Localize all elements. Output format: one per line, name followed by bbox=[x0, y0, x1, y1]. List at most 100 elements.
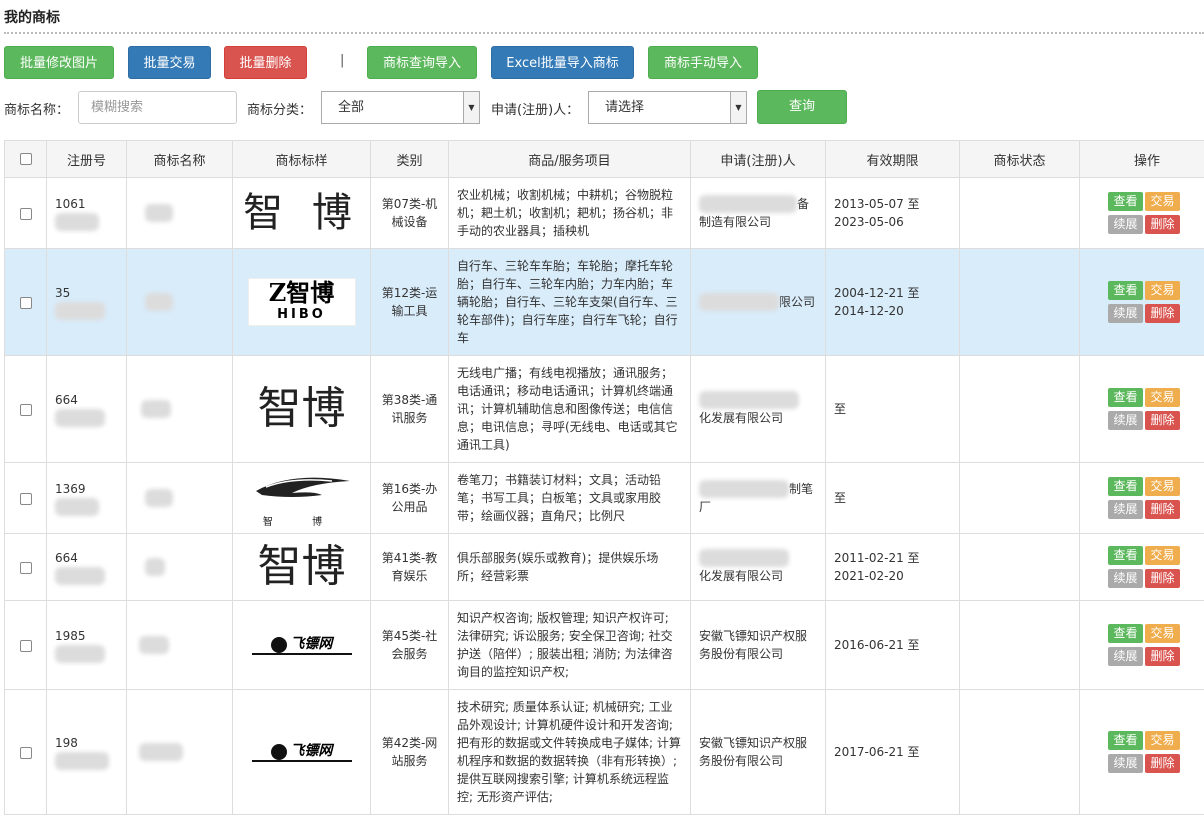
chevron-down-icon[interactable]: ▼ bbox=[463, 92, 479, 123]
redacted-mask bbox=[145, 293, 173, 312]
renew-button[interactable]: 续展 bbox=[1108, 304, 1143, 323]
category-select[interactable]: 全部 ▼ bbox=[321, 91, 480, 124]
trademark-logo[interactable]: 飞镖网 bbox=[241, 742, 362, 762]
category: 第16类-办公用品 bbox=[370, 462, 449, 534]
renew-button[interactable]: 续展 bbox=[1108, 500, 1143, 519]
view-button[interactable]: 查看 bbox=[1108, 477, 1143, 496]
reg-no: 35 bbox=[55, 285, 71, 300]
header-applicant[interactable]: 申请(注册)人 bbox=[690, 140, 826, 178]
trademark-logo[interactable]: Z智博 HIBO bbox=[247, 278, 356, 326]
validity-start: 2016-06-21 至 bbox=[834, 638, 920, 652]
row-actions: 查看 交易 续展 删除 bbox=[1107, 190, 1187, 236]
batch-delete-button[interactable]: 批量删除 bbox=[224, 46, 307, 79]
header-reg-no[interactable]: 注册号 bbox=[46, 140, 127, 178]
redacted-mask bbox=[141, 400, 171, 419]
redacted-mask bbox=[55, 645, 105, 664]
redacted-mask bbox=[145, 204, 173, 223]
applicant-selected-value: 请选择 bbox=[605, 100, 645, 115]
row-actions: 查看 交易 续展 删除 bbox=[1107, 475, 1187, 521]
trade-button[interactable]: 交易 bbox=[1145, 388, 1180, 407]
goods-services: 技术研究; 质量体系认证; 机械研究; 工业品外观设计; 计算机硬件设计和开发咨… bbox=[448, 689, 691, 815]
view-button[interactable]: 查看 bbox=[1108, 192, 1143, 211]
delete-button[interactable]: 删除 bbox=[1145, 754, 1180, 773]
table-row: 1061 智 博 第07类-机械设备 农业机械；收割机械；中耕机；谷物脱粒机；耙… bbox=[4, 177, 1204, 249]
page-title: 我的商标 bbox=[4, 10, 60, 26]
row-checkbox[interactable] bbox=[19, 639, 32, 652]
batch-edit-image-button[interactable]: 批量修改图片 bbox=[4, 46, 114, 79]
name-search-input[interactable]: 模糊搜索 bbox=[78, 91, 237, 124]
validity-end: 2023-05-06 bbox=[834, 215, 904, 229]
select-all-checkbox[interactable] bbox=[19, 153, 32, 165]
row-checkbox[interactable] bbox=[19, 207, 32, 220]
trademark-logo[interactable]: 智博 bbox=[241, 545, 362, 589]
status bbox=[959, 533, 1080, 601]
applicant: 安徽飞镖知识产权服务股份有限公司 bbox=[690, 600, 826, 690]
reg-no: 1985 bbox=[55, 628, 86, 643]
validity-start: 至 bbox=[834, 491, 847, 505]
row-actions: 查看 交易 续展 删除 bbox=[1107, 544, 1187, 590]
manual-import-button[interactable]: 商标手动导入 bbox=[648, 46, 758, 79]
header-validity[interactable]: 有效期限 bbox=[825, 140, 960, 178]
renew-button[interactable]: 续展 bbox=[1108, 215, 1143, 234]
trademark-logo[interactable]: 智博 bbox=[241, 387, 362, 431]
category-filter-label: 商标分类： bbox=[247, 103, 313, 118]
applicant-select[interactable]: 请选择 ▼ bbox=[588, 91, 747, 124]
chevron-down-icon[interactable]: ▼ bbox=[730, 92, 746, 123]
validity-start: 2017-06-21 至 bbox=[834, 745, 920, 759]
redacted-mask bbox=[55, 302, 105, 321]
applicant: 限公司 bbox=[779, 294, 816, 309]
renew-button[interactable]: 续展 bbox=[1108, 754, 1143, 773]
toolbar: 批量修改图片 批量交易 批量删除 | 商标查询导入 Excel批量导入商标 商标… bbox=[4, 46, 1204, 80]
view-button[interactable]: 查看 bbox=[1108, 281, 1143, 300]
row-checkbox[interactable] bbox=[19, 561, 32, 574]
reg-no: 198 bbox=[55, 735, 78, 750]
delete-button[interactable]: 删除 bbox=[1145, 304, 1180, 323]
name-filter-label: 商标名称： bbox=[4, 103, 70, 118]
trade-button[interactable]: 交易 bbox=[1145, 477, 1180, 496]
status bbox=[959, 689, 1080, 815]
status bbox=[959, 355, 1080, 463]
header-name[interactable]: 商标名称 bbox=[126, 140, 233, 178]
renew-button[interactable]: 续展 bbox=[1108, 647, 1143, 666]
view-button[interactable]: 查看 bbox=[1108, 731, 1143, 750]
status bbox=[959, 177, 1080, 249]
delete-button[interactable]: 删除 bbox=[1145, 215, 1180, 234]
renew-button[interactable]: 续展 bbox=[1108, 569, 1143, 588]
view-button[interactable]: 查看 bbox=[1108, 388, 1143, 407]
delete-button[interactable]: 删除 bbox=[1145, 647, 1180, 666]
import-by-query-button[interactable]: 商标查询导入 bbox=[367, 46, 477, 79]
row-actions: 查看 交易 续展 删除 bbox=[1107, 386, 1187, 432]
trade-button[interactable]: 交易 bbox=[1145, 731, 1180, 750]
redacted-mask bbox=[699, 293, 779, 312]
header-goods: 商品/服务项目 bbox=[448, 140, 691, 178]
table-row: 35 Z智博 HIBO 第12类-运输工具 自行车、三轮车车胎；车轮胎；摩托车轮… bbox=[4, 248, 1204, 356]
row-checkbox[interactable] bbox=[19, 403, 32, 416]
excel-import-button[interactable]: Excel批量导入商标 bbox=[491, 46, 634, 79]
batch-trade-button[interactable]: 批量交易 bbox=[128, 46, 211, 79]
delete-button[interactable]: 删除 bbox=[1145, 411, 1180, 430]
header-category[interactable]: 类别 bbox=[370, 140, 449, 178]
query-button[interactable]: 查询 bbox=[757, 90, 847, 124]
header-status[interactable]: 商标状态 bbox=[959, 140, 1080, 178]
redacted-mask bbox=[55, 213, 99, 232]
view-button[interactable]: 查看 bbox=[1108, 624, 1143, 643]
trade-button[interactable]: 交易 bbox=[1145, 624, 1180, 643]
row-actions: 查看 交易 续展 删除 bbox=[1107, 622, 1187, 668]
trade-button[interactable]: 交易 bbox=[1145, 281, 1180, 300]
delete-button[interactable]: 删除 bbox=[1145, 569, 1180, 588]
view-button[interactable]: 查看 bbox=[1108, 546, 1143, 565]
delete-button[interactable]: 删除 bbox=[1145, 500, 1180, 519]
table-header-row: 注册号 商标名称 商标标样 类别 商品/服务项目 申请(注册)人 有效期限 商标… bbox=[4, 140, 1204, 178]
trademark-logo[interactable]: 智 博 bbox=[241, 193, 362, 233]
trademark-logo[interactable]: 智 博 bbox=[241, 469, 362, 528]
row-checkbox[interactable] bbox=[19, 296, 32, 309]
row-checkbox[interactable] bbox=[19, 746, 32, 759]
table-row: 664 智博 第38类-通讯服务 无线电广播；有线电视播放；通讯服务；电话通讯；… bbox=[4, 355, 1204, 463]
table-row: 664 智博 第41类-教育娱乐 俱乐部服务(娱乐或教育)；提供娱乐场所；经营彩… bbox=[4, 533, 1204, 601]
goods-services: 自行车、三轮车车胎；车轮胎；摩托车轮胎；自行车、三轮车内胎；力车内胎；车辆轮胎；… bbox=[448, 248, 691, 356]
trademark-logo[interactable]: 飞镖网 bbox=[241, 635, 362, 655]
trade-button[interactable]: 交易 bbox=[1145, 546, 1180, 565]
row-checkbox[interactable] bbox=[19, 492, 32, 505]
renew-button[interactable]: 续展 bbox=[1108, 411, 1143, 430]
trade-button[interactable]: 交易 bbox=[1145, 192, 1180, 211]
